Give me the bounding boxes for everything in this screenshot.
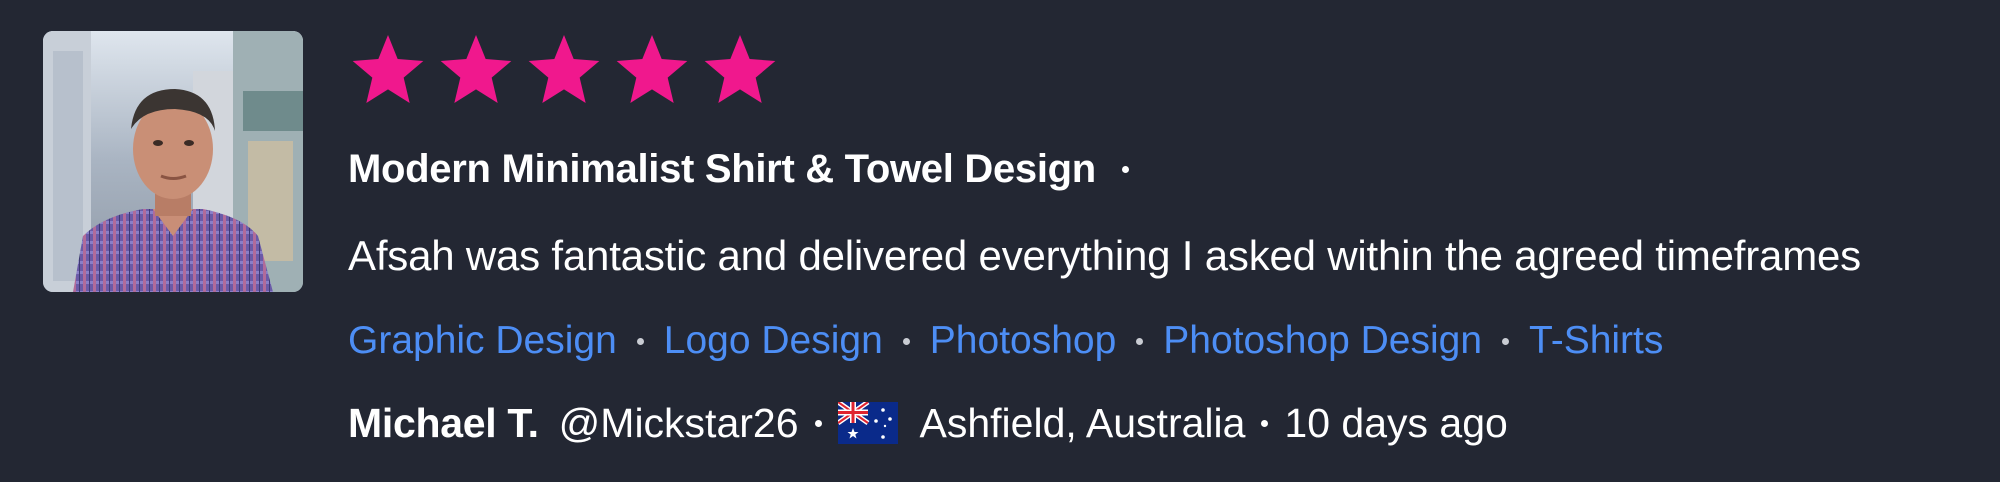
- australia-flag-icon: [837, 402, 898, 444]
- separator-dot: [814, 419, 822, 427]
- skill-tag-link[interactable]: Photoshop: [930, 319, 1117, 363]
- author-location: Ashfield, Australia: [919, 399, 1246, 446]
- separator-dot: [1136, 337, 1144, 345]
- author-name[interactable]: Michael T.: [348, 400, 539, 447]
- review-time: 10 days ago: [1284, 399, 1508, 446]
- star-icon: [436, 30, 516, 110]
- separator-dot: [902, 337, 910, 345]
- skill-tag-link[interactable]: Logo Design: [664, 319, 883, 363]
- separator-dot: [1502, 337, 1510, 345]
- avatar[interactable]: [43, 31, 303, 292]
- skill-tag-link[interactable]: Graphic Design: [348, 319, 617, 363]
- star-icon: [612, 30, 692, 110]
- separator-dot: [1121, 165, 1129, 173]
- skill-tag-link[interactable]: T-Shirts: [1529, 319, 1663, 363]
- avatar-photo: [43, 31, 303, 292]
- review-comment: Afsah was fantastic and delivered everyt…: [348, 232, 1861, 279]
- separator-dot: [636, 337, 644, 345]
- separator-dot: [1261, 419, 1269, 427]
- title-row: Modern Minimalist Shirt & Towel Design: [348, 143, 1147, 195]
- star-icon: [700, 30, 780, 110]
- author-handle[interactable]: @Mickstar26: [559, 400, 799, 447]
- star-icon: [348, 30, 428, 110]
- skill-tag-link[interactable]: Photoshop Design: [1163, 319, 1482, 363]
- star-rating: [348, 30, 780, 110]
- comment-row: Afsah was fantastic and delivered everyt…: [348, 228, 1861, 284]
- project-title[interactable]: Modern Minimalist Shirt & Towel Design: [348, 147, 1096, 192]
- skill-tags: Graphic Design Logo Design Photoshop Photos…: [348, 314, 1663, 368]
- review-card: Modern Minimalist Shirt & Towel Design A…: [0, 0, 2000, 482]
- star-icon: [524, 30, 604, 110]
- author-row: Michael T. @Mickstar26 Ashfield, Austral…: [348, 395, 1508, 451]
